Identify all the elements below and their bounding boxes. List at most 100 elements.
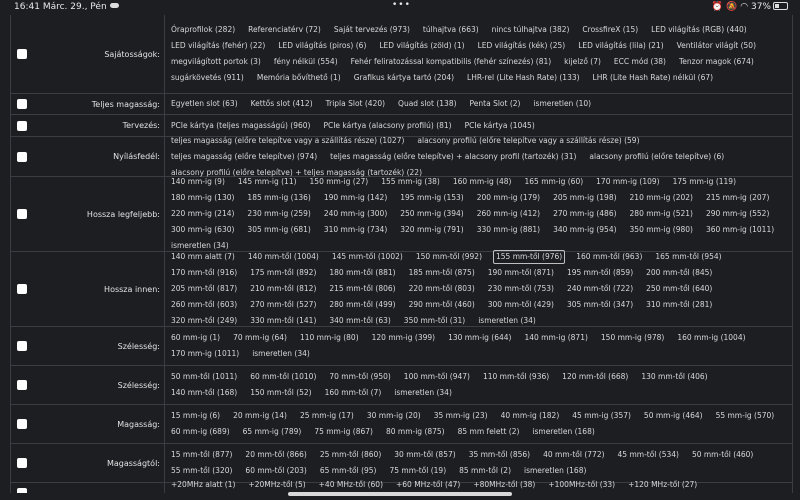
filter-option[interactable]: Penta Slot (2) [468,96,523,112]
filter-option[interactable]: 160 mm-ig (1004) [675,330,747,346]
filter-option[interactable]: 290 mm-től (460) [407,297,477,313]
filter-option[interactable]: 140 mm-től (168) [169,385,239,401]
filter-option[interactable]: 165 mm-től (954) [653,249,723,265]
filter-option[interactable]: Quad slot (138) [396,96,458,112]
filter-option[interactable]: 210 mm-től (812) [248,281,318,297]
filter-option[interactable]: 140 mm-ig (9) [169,174,227,190]
filter-option[interactable]: 145 mm-ig (11) [236,174,299,190]
filter-option[interactable]: 70 mm-től (950) [327,369,392,385]
filter-option[interactable]: 150 mm-től (992) [414,249,484,265]
filter-option[interactable]: 270 mm-től (527) [248,297,318,313]
filter-option[interactable]: LED világítás (zöld) (1) [377,38,466,54]
filter-option[interactable]: 25 mm-től (860) [318,447,383,463]
filter-option[interactable]: 205 mm-ig (198) [551,190,618,206]
filter-option[interactable]: 160 mm-ig (48) [451,174,514,190]
filter-option[interactable]: Ventilátor világít (50) [675,38,758,54]
filter-option[interactable]: 320 mm-ig (791) [398,222,465,238]
filter-option[interactable]: 30 mm-ig (20) [365,408,423,424]
filter-option[interactable]: LED világítás (fehér) (22) [169,38,267,54]
multitasking-dots-icon[interactable]: ••• [392,0,411,10]
filter-option[interactable]: +20MHz alatt (1) [169,477,237,493]
filter-option[interactable]: 140 mm alatt (7) [169,249,237,265]
filter-option[interactable]: 185 mm-ig (136) [245,190,312,206]
filter-option[interactable]: 180 mm-ig (130) [169,190,236,206]
filter-option[interactable]: 230 mm-től (753) [486,281,556,297]
filter-option[interactable]: Tenzor magok (674) [677,54,756,70]
filter-option[interactable]: 280 mm-től (499) [327,297,397,313]
filter-option[interactable]: Grafikus kártya tartó (204) [352,70,456,86]
filter-option[interactable]: teljes magasság (előre telepítve) (974) [169,149,319,165]
filter-option[interactable]: 155 mm-ig (38) [379,174,442,190]
filter-option[interactable]: Tripla Slot (420) [324,96,387,112]
filter-option[interactable]: ismeretlen (168) [530,424,596,440]
filter-option[interactable]: Saját tervezés (973) [332,22,412,38]
filter-option[interactable]: 25 mm-ig (17) [298,408,356,424]
filter-option[interactable]: 290 mm-ig (552) [704,206,771,222]
filter-option[interactable]: nincs túlhajtva (382) [490,22,572,38]
filter-option[interactable]: 80 mm-ig (875) [384,424,447,440]
filter-option[interactable]: +60 MHz-től (47) [394,477,462,493]
filter-option[interactable]: 240 mm-től (722) [565,281,635,297]
filter-option[interactable]: 180 mm-től (881) [327,265,397,281]
filter-option[interactable]: LED világítás (lila) (21) [576,38,665,54]
filter-option[interactable]: 240 mm-ig (300) [322,206,389,222]
filter-checkbox[interactable] [17,49,27,59]
filter-option[interactable]: 40 mm-ig (182) [499,408,562,424]
filter-option[interactable]: 305 mm-ig (681) [245,222,312,238]
filter-option[interactable]: teljes magasság (előre telepítve) + alac… [328,149,578,165]
filter-option[interactable]: 175 mm-ig (119) [671,174,738,190]
filter-option[interactable]: 170 mm-től (916) [169,265,239,281]
filter-option[interactable]: 270 mm-ig (486) [551,206,618,222]
filter-option[interactable]: 35 mm-től (856) [467,447,532,463]
filter-option[interactable]: 195 mm-ig (153) [398,190,465,206]
filter-option[interactable]: 150 mm-től (52) [248,385,313,401]
filter-option[interactable]: 160 mm-től (963) [574,249,644,265]
filter-option[interactable]: +100MHz-től (33) [546,477,617,493]
filter-option[interactable]: 190 mm-től (871) [486,265,556,281]
home-indicator[interactable] [288,492,512,496]
filter-option[interactable]: 200 mm-ig (179) [475,190,542,206]
filter-option[interactable]: kijelző (7) [562,54,603,70]
filter-option[interactable]: 130 mm-től (406) [639,369,709,385]
filter-option[interactable]: 45 mm-ig (357) [570,408,633,424]
filter-option[interactable]: LHR-rel (Lite Hash Rate) (133) [465,70,582,86]
filter-option[interactable]: PCIe kártya (teljes magasságú) (960) [169,118,312,134]
filter-option[interactable]: +80MHz-től (38) [471,477,537,493]
filter-option[interactable]: ismeretlen (34) [392,385,454,401]
filter-option[interactable]: fény nélkül (554) [272,54,340,70]
filter-option[interactable]: LED világítás (kék) (25) [476,38,568,54]
filter-option[interactable]: 110 mm-ig (80) [298,330,361,346]
filter-option[interactable]: 65 mm-ig (789) [241,424,304,440]
filter-option[interactable]: túlhajtva (663) [421,22,481,38]
filter-checkbox[interactable] [17,341,27,351]
filter-option[interactable]: 150 mm-ig (27) [308,174,371,190]
filter-option[interactable]: Óraprofilok (282) [169,22,237,38]
filter-option[interactable]: 350 mm-ig (980) [628,222,695,238]
filter-checkbox[interactable] [17,120,27,131]
filter-option[interactable]: 190 mm-ig (142) [322,190,389,206]
filter-option[interactable]: 250 mm-től (640) [644,281,714,297]
filter-option[interactable]: 50 mm-től (1011) [169,369,239,385]
filter-option[interactable]: alacsony profilú (előre telepítve) (6) [587,149,726,165]
filter-checkbox[interactable] [17,419,27,429]
filter-option[interactable]: 70 mm-ig (64) [231,330,289,346]
filter-option[interactable]: 15 mm-ig (6) [169,408,222,424]
filter-option[interactable]: 260 mm-től (603) [169,297,239,313]
filter-option[interactable]: 210 mm-ig (202) [628,190,695,206]
filter-option[interactable]: 145 mm-től (1002) [330,249,405,265]
filter-option[interactable]: 160 mm-től (7) [323,385,384,401]
filter-option[interactable]: LED világítás (piros) (6) [276,38,368,54]
filter-option[interactable]: 300 mm-ig (630) [169,222,236,238]
filter-option[interactable]: 250 mm-ig (394) [398,206,465,222]
filter-option[interactable]: +40 MHz-től (60) [317,477,385,493]
filter-option[interactable]: LED világítás (RGB) (440) [649,22,749,38]
filter-option[interactable]: megvilágított portok (3) [169,54,263,70]
filter-option[interactable]: 30 mm-től (857) [392,447,457,463]
filter-option[interactable]: 340 mm-ig (954) [551,222,618,238]
filter-option[interactable]: 280 mm-ig (521) [628,206,695,222]
filter-option[interactable]: 120 mm-ig (399) [370,330,437,346]
filter-option[interactable]: 175 mm-től (892) [248,265,318,281]
filter-option[interactable]: CrossfireX (15) [580,22,640,38]
filter-option[interactable]: 35 mm-ig (23) [432,408,490,424]
filter-option[interactable]: Kettős slot (412) [249,96,315,112]
